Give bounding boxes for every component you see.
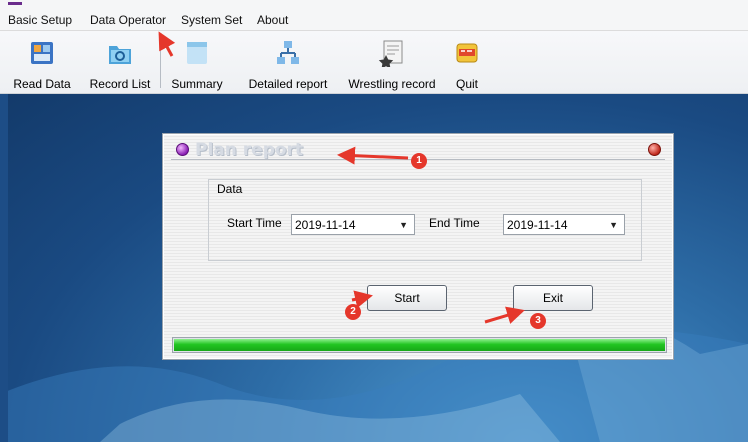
marker-3: 3 bbox=[530, 313, 546, 329]
annotation-arrows bbox=[158, 31, 525, 324]
marker-1: 1 bbox=[411, 153, 427, 169]
marker-2: 2 bbox=[345, 304, 361, 320]
arrow-3 bbox=[484, 306, 525, 324]
arrow-menu bbox=[158, 31, 176, 57]
arrow-2 bbox=[351, 290, 373, 309]
arrow-1 bbox=[337, 146, 409, 165]
